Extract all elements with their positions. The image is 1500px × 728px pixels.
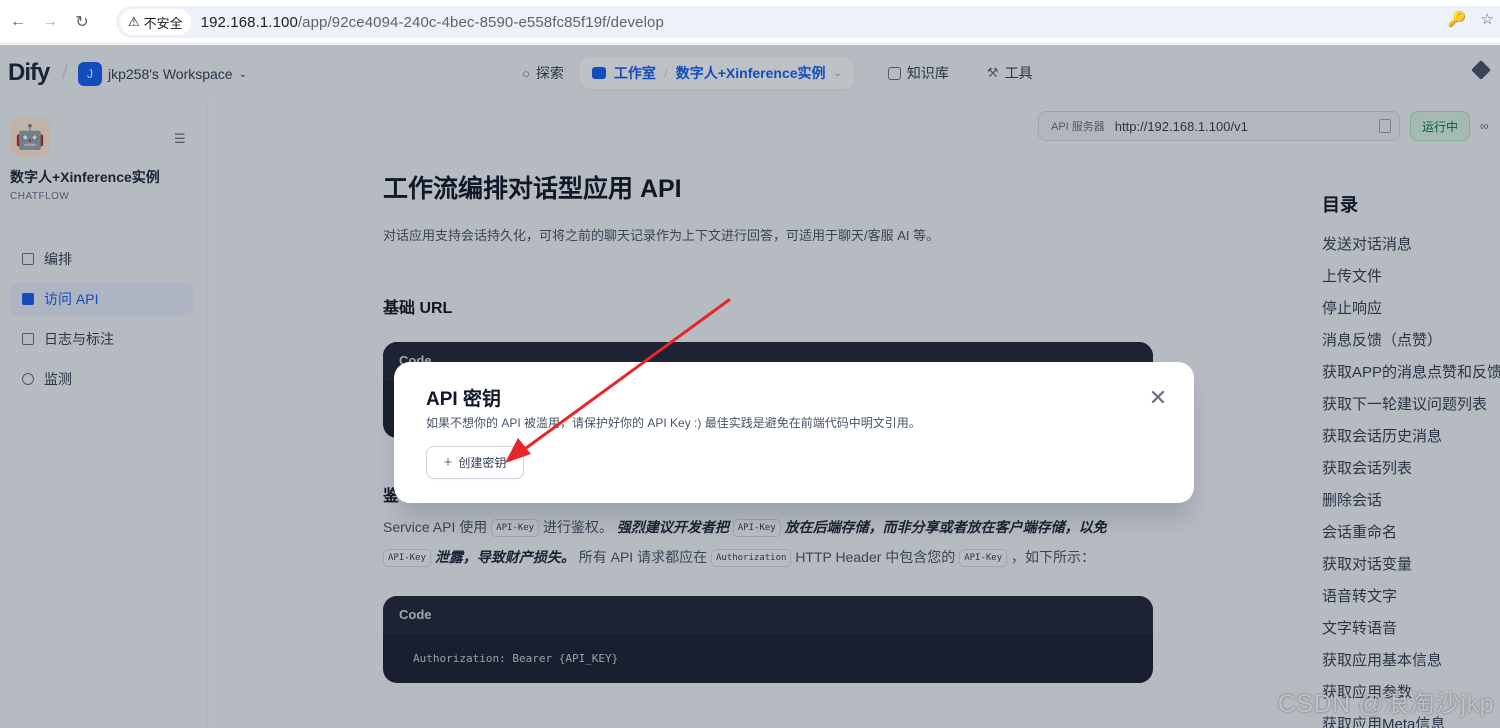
plus-icon: + [443, 454, 453, 471]
reload-icon[interactable]: ↻ [68, 8, 96, 36]
security-label: 不安全 [143, 15, 183, 31]
api-key-modal: API 密钥 如果不想你的 API 被滥用，请保护好你的 API Key :) … [394, 362, 1194, 503]
star-icon[interactable]: ☆ [1481, 10, 1494, 28]
security-indicator[interactable]: ⚠ 不安全 [120, 9, 191, 35]
create-key-button[interactable]: + 创建密钥 [426, 446, 524, 479]
address-bar[interactable]: ⚠ 不安全 192.168.1.100/app/92ce4094-240c-4b… [116, 6, 1500, 38]
forward-icon[interactable]: → [36, 8, 64, 36]
url-text[interactable]: 192.168.1.100/app/92ce4094-240c-4bec-859… [201, 14, 664, 31]
close-icon[interactable]: ✕ [1146, 385, 1170, 410]
browser-toolbar: ← → ↻ ⚠ 不安全 192.168.1.100/app/92ce4094-2… [0, 0, 1500, 44]
warning-icon: ⚠ [128, 14, 140, 29]
modal-title: API 密钥 [426, 389, 501, 410]
key-icon[interactable]: 🔑 [1448, 10, 1467, 28]
back-icon[interactable]: ← [4, 8, 32, 36]
modal-description: 如果不想你的 API 被滥用，请保护好你的 API Key :) 最佳实践是避免… [426, 416, 921, 430]
